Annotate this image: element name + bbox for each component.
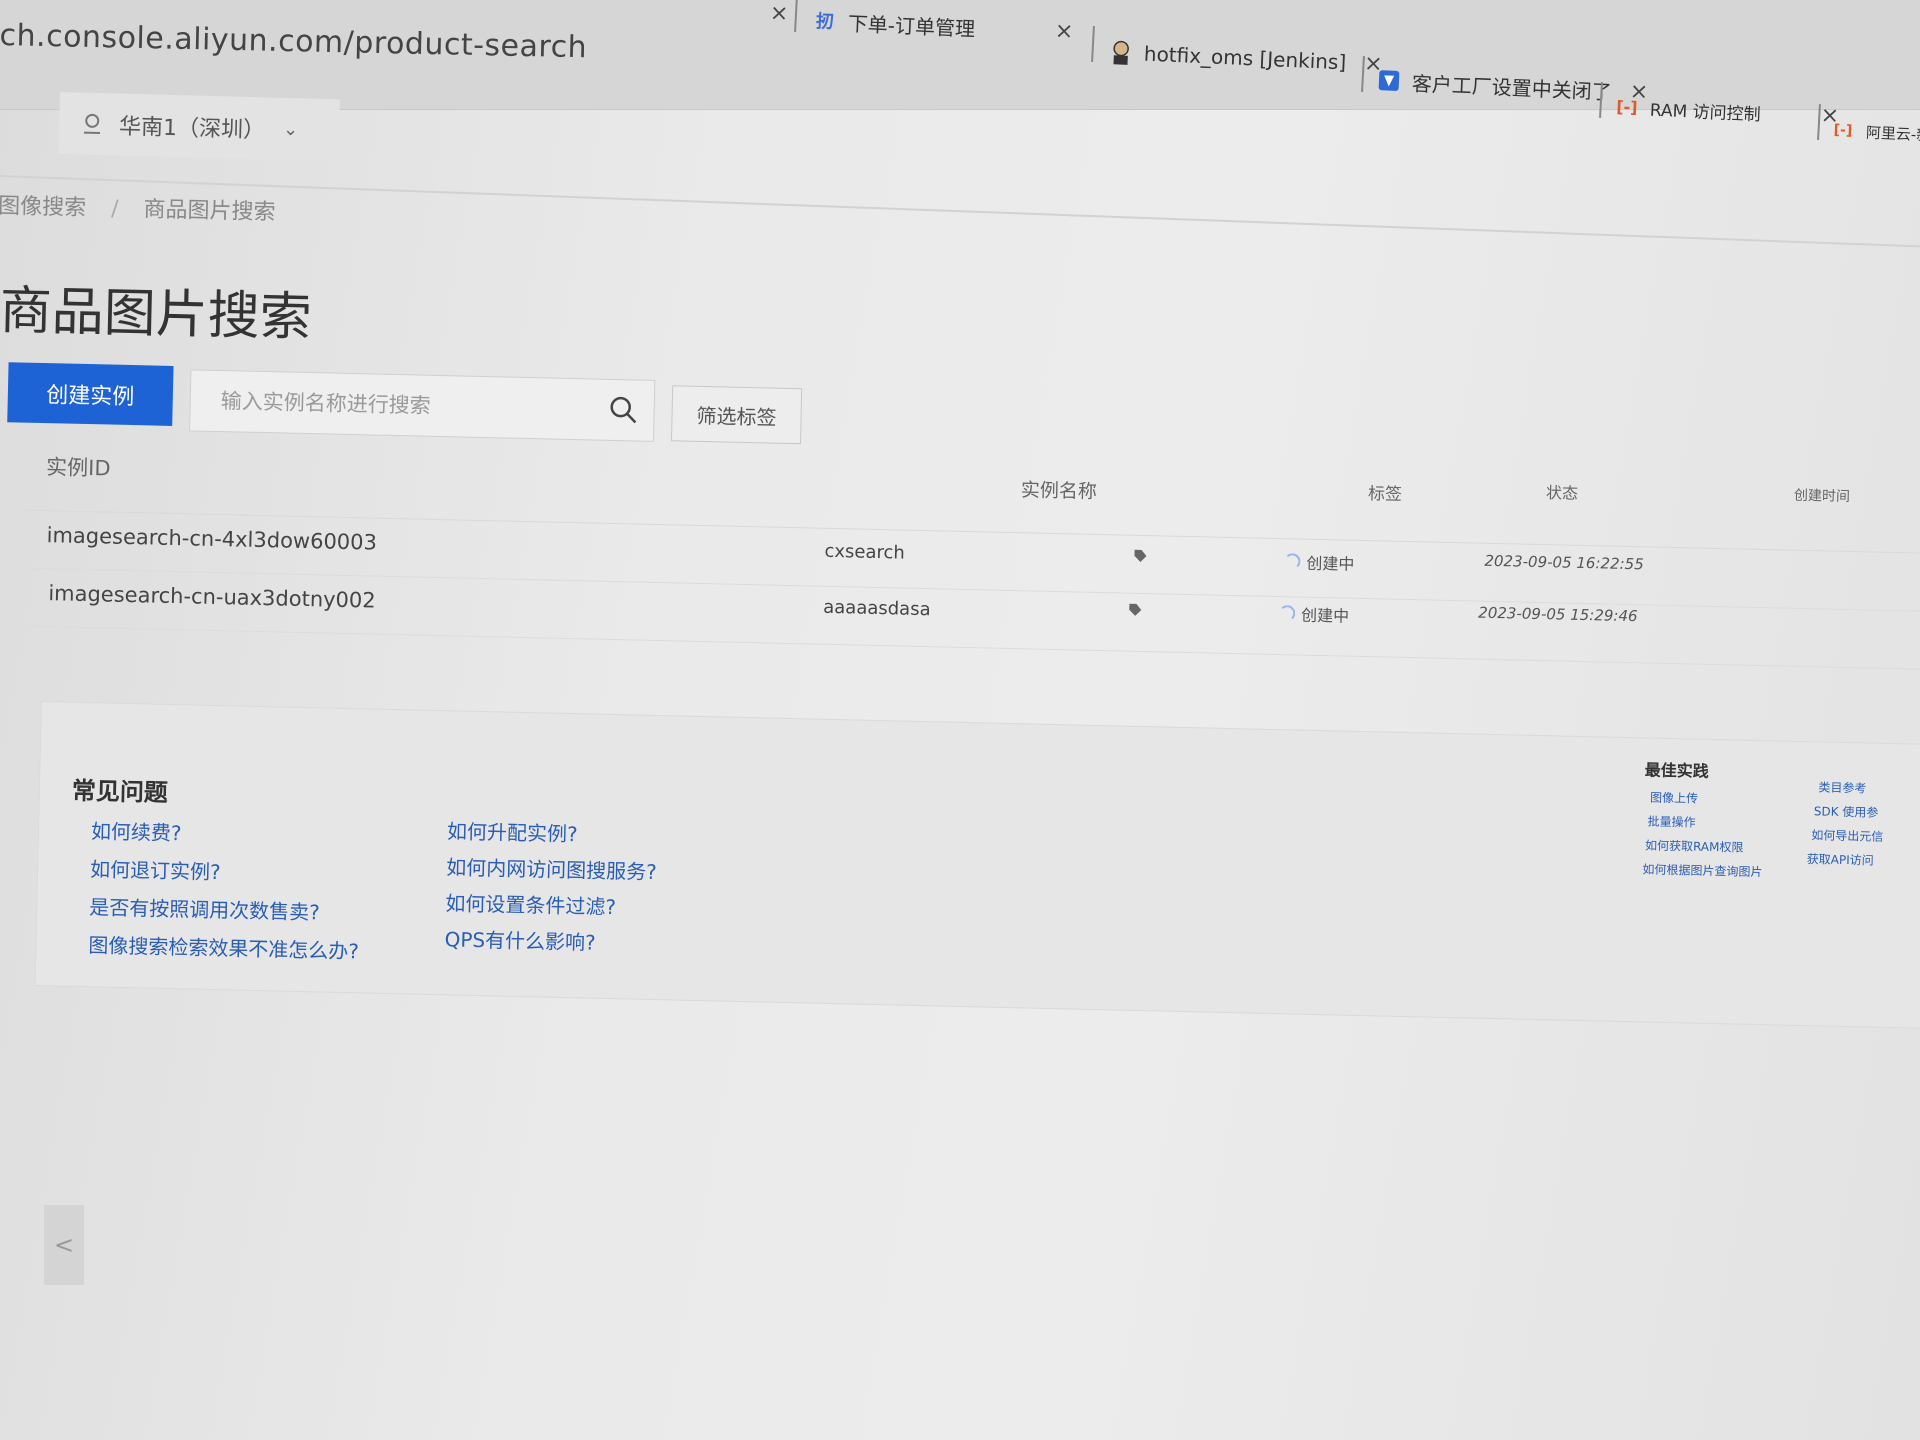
instance-table: 实例ID 实例名称 标签 状态 创建时间 imagesearch-cn-4xl3… xyxy=(22,440,1920,670)
screen: ch.console.aliyun.com/product-search × 扨… xyxy=(0,0,1920,1440)
page-title: 商品图片搜索 xyxy=(0,281,313,349)
best-practice-title: 最佳实践 xyxy=(1644,760,1709,781)
breadcrumb: 图像搜索 / 商品图片搜索 xyxy=(0,188,276,226)
faq-link[interactable]: 如何退订实例? xyxy=(90,853,221,885)
faq-title: 常见问题 xyxy=(71,776,169,807)
chevron-left-icon: < xyxy=(53,1231,75,1259)
best-practice-link[interactable]: SDK 使用参 xyxy=(1814,802,1879,820)
filter-tags-button[interactable]: 筛选标签 xyxy=(670,385,803,445)
faq-link[interactable]: QPS有什么影响? xyxy=(444,923,596,955)
best-practice-link[interactable]: 获取API访问 xyxy=(1807,850,1874,869)
faq-link[interactable]: 如何续费? xyxy=(91,815,182,846)
status-label: 创建中 xyxy=(1300,605,1350,626)
instance-id[interactable]: imagesearch-cn-uax3dotny002 xyxy=(48,581,376,612)
search-input[interactable] xyxy=(220,389,601,422)
header-instance-name: 实例名称 xyxy=(1020,479,1098,503)
search-box xyxy=(189,369,656,442)
instance-name: cxsearch xyxy=(824,540,906,564)
breadcrumb-item-image-search[interactable]: 图像搜索 xyxy=(0,194,86,221)
faq-link[interactable]: 如何内网访问图搜服务? xyxy=(446,851,657,885)
faq-link[interactable]: 如何设置条件过滤? xyxy=(445,887,616,920)
best-practice-link[interactable]: 如何导出元信 xyxy=(1811,826,1883,845)
status-badge: 创建中 xyxy=(1279,601,1350,627)
instance-id[interactable]: imagesearch-cn-4xl3dow60003 xyxy=(46,523,377,554)
best-practice-link[interactable]: 批量操作 xyxy=(1647,813,1695,831)
faq-link[interactable]: 如何升配实例? xyxy=(447,815,578,847)
create-instance-button[interactable]: 创建实例 xyxy=(7,362,174,426)
created-time: 2023-09-05 15:29:46 xyxy=(1478,603,1638,626)
tag-icon[interactable] xyxy=(1127,602,1143,618)
tag-icon[interactable] xyxy=(1132,548,1148,564)
breadcrumb-separator: / xyxy=(110,196,119,222)
help-panel: 常见问题 如何续费? 如何退订实例? 是否有按照调用次数售卖? 图像搜索检索效果… xyxy=(34,701,1920,1030)
best-practice-link[interactable]: 类目参考 xyxy=(1818,778,1866,796)
instance-name: aaaaasdasa xyxy=(823,596,931,621)
header-created-time: 创建时间 xyxy=(1793,487,1851,506)
best-practice-link[interactable]: 如何获取RAM权限 xyxy=(1645,836,1744,855)
breadcrumb-item-current: 商品图片搜索 xyxy=(143,197,276,226)
faq-link[interactable]: 图像搜索检索效果不准怎么办? xyxy=(88,929,359,964)
sidebar-collapse-button[interactable]: < xyxy=(44,1205,84,1285)
loading-spinner-icon xyxy=(1284,553,1301,570)
created-time: 2023-09-05 16:22:55 xyxy=(1484,551,1644,574)
header-status: 状态 xyxy=(1545,483,1579,503)
main-content: 图像搜索 / 商品图片搜索 商品图片搜索 创建实例 筛选标签 实例ID 实例名称… xyxy=(0,0,1920,1440)
status-badge: 创建中 xyxy=(1284,549,1355,575)
best-practice-link[interactable]: 如何根据图片查询图片 xyxy=(1642,860,1762,880)
faq-link[interactable]: 是否有按照调用次数售卖? xyxy=(89,891,320,925)
search-icon[interactable] xyxy=(607,394,640,427)
header-instance-id: 实例ID xyxy=(45,455,111,481)
loading-spinner-icon xyxy=(1279,605,1296,622)
status-label: 创建中 xyxy=(1306,553,1355,574)
header-tag: 标签 xyxy=(1367,484,1403,505)
best-practice-link[interactable]: 图像上传 xyxy=(1650,789,1698,807)
